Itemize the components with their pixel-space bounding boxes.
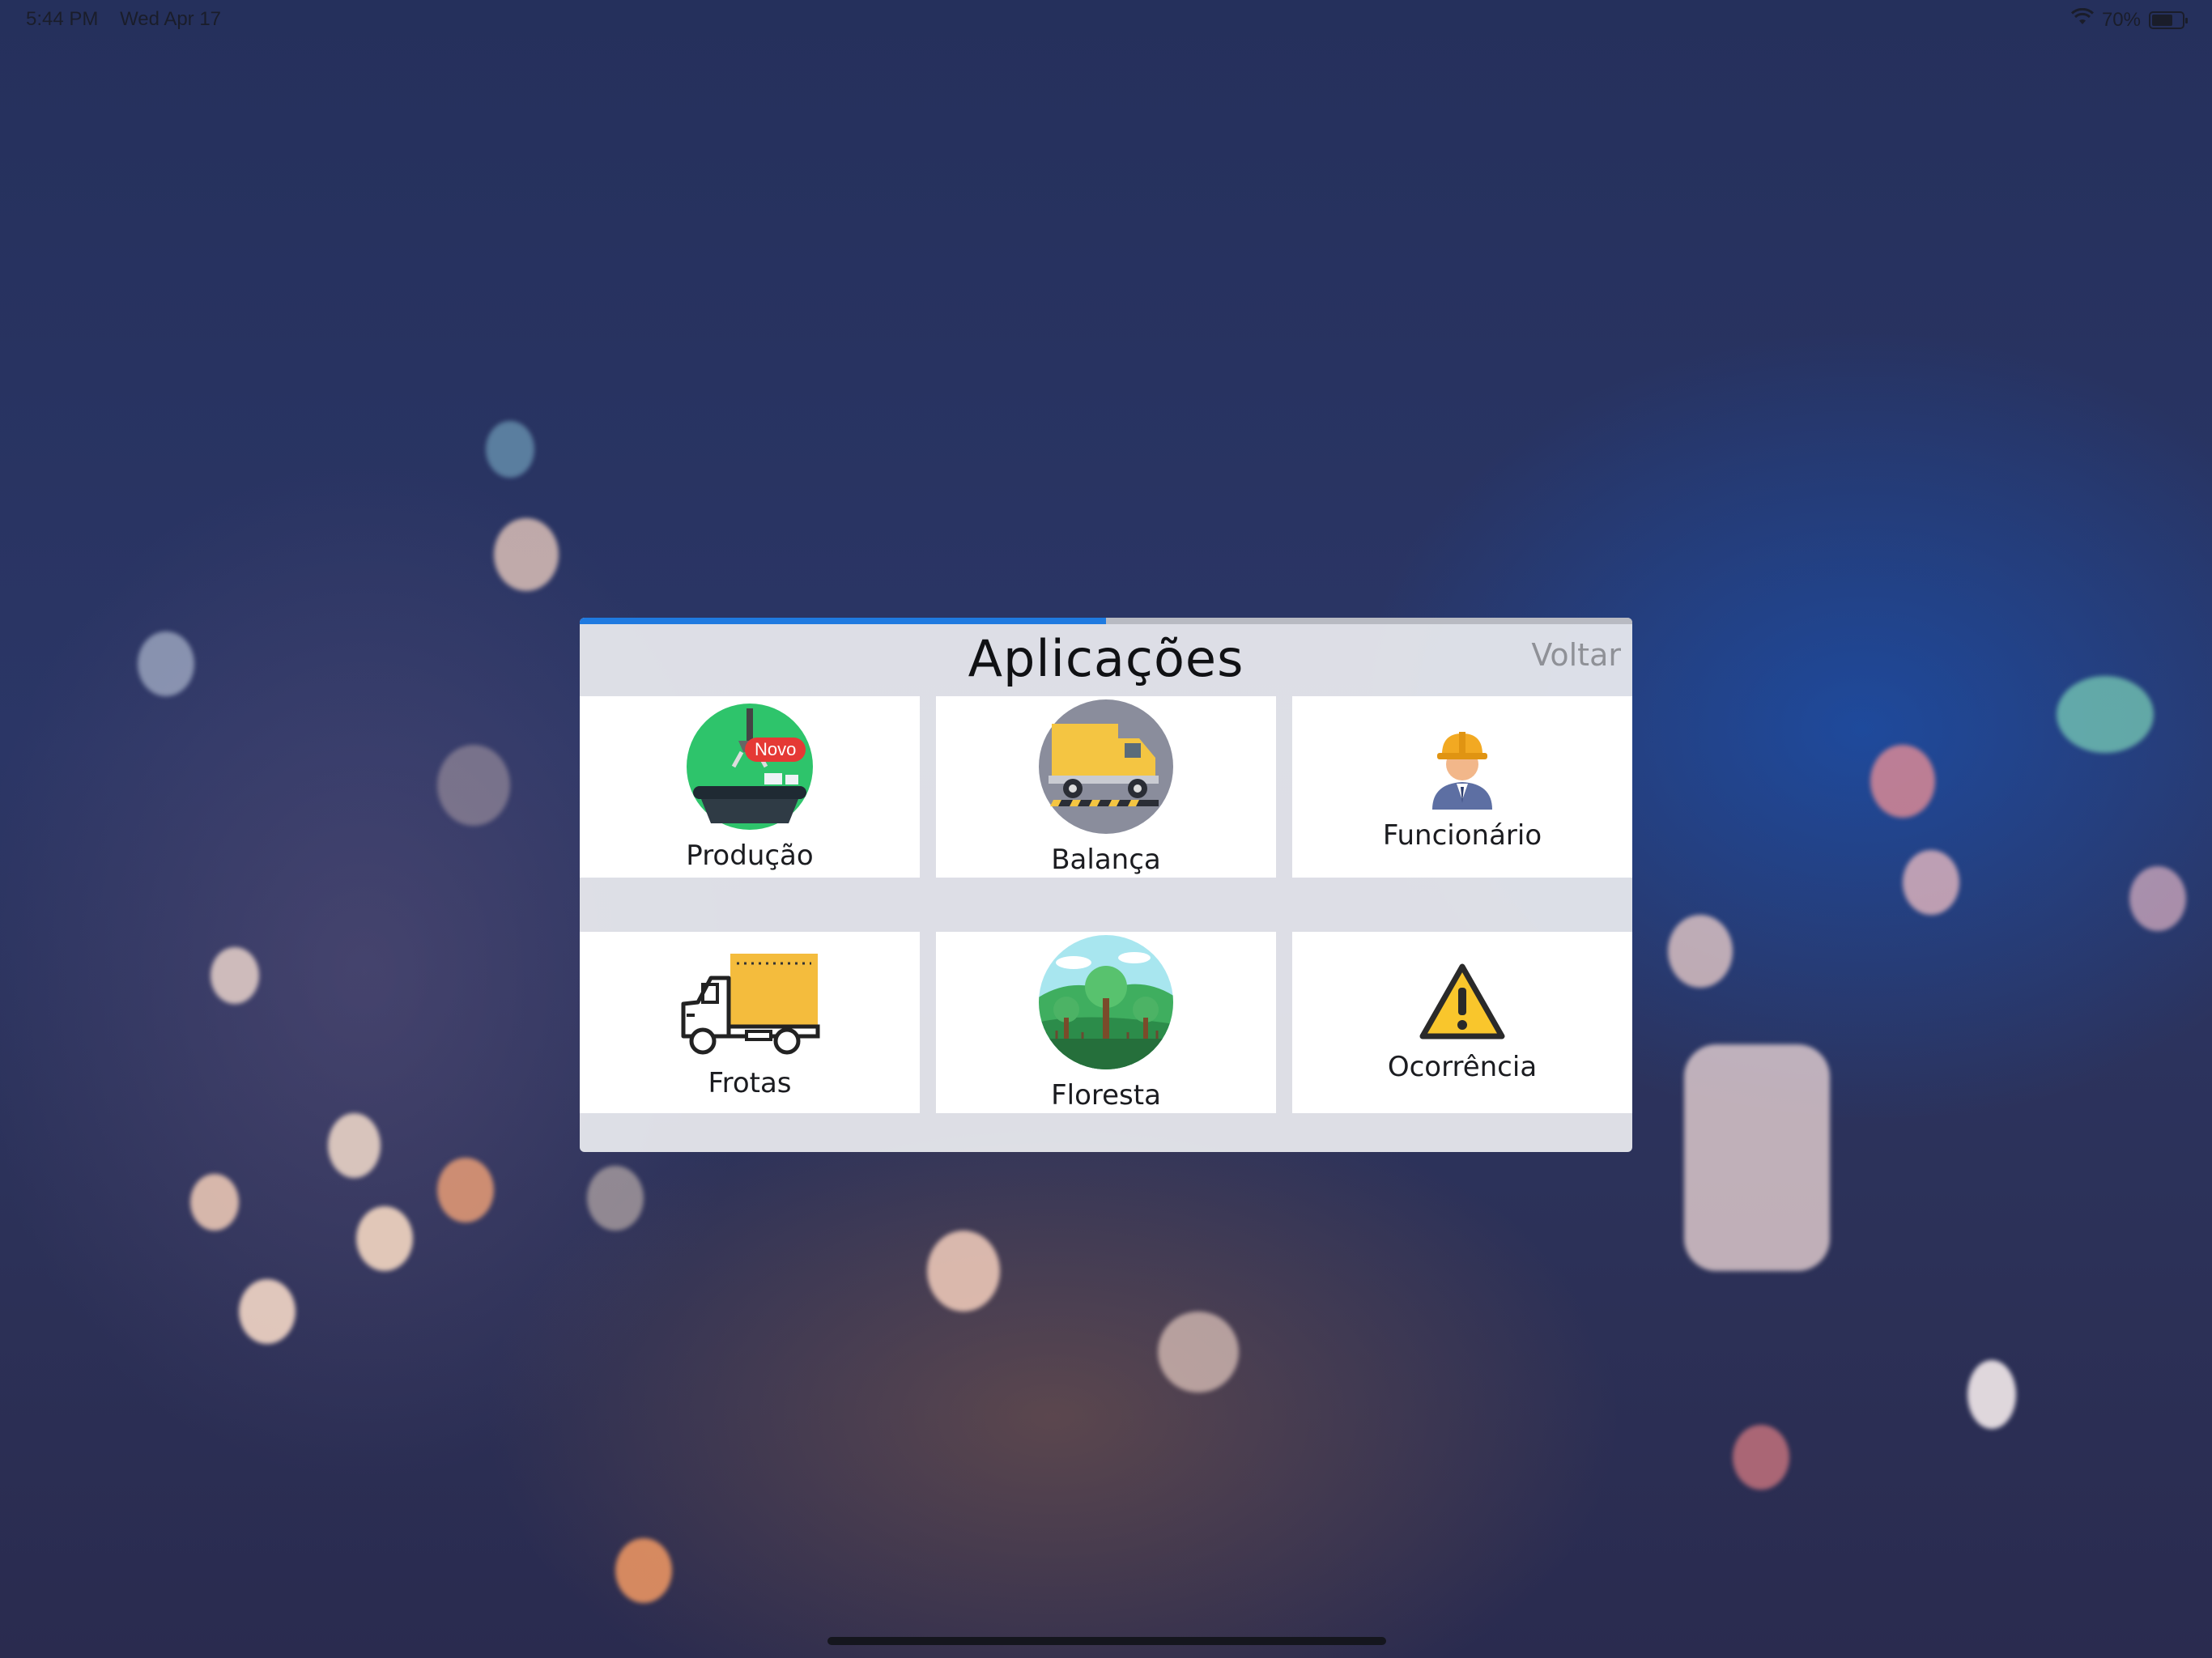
applications-panel: Aplicações Voltar Novo Produção Balança … — [580, 618, 1632, 1152]
app-label: Frotas — [708, 1067, 792, 1099]
app-tile-frotas[interactable]: Frotas — [580, 932, 920, 1113]
back-button[interactable]: Voltar — [1531, 637, 1621, 673]
fleet-truck-icon — [678, 946, 821, 1062]
battery-fill — [2152, 14, 2173, 26]
app-tile-producao[interactable]: Novo Produção — [580, 696, 920, 878]
worker-icon — [1418, 722, 1507, 814]
wifi-icon — [2070, 7, 2094, 32]
app-label: Floresta — [1051, 1079, 1161, 1112]
app-tile-funcionario[interactable]: Funcionário — [1292, 696, 1632, 878]
scale-truck-icon — [1037, 698, 1175, 839]
status-bar: 5:44 PM Wed Apr 17 70% — [0, 0, 2212, 39]
app-label: Produção — [686, 840, 814, 872]
home-indicator[interactable] — [827, 1637, 1386, 1645]
status-right: 70% — [2070, 7, 2188, 32]
status-left: 5:44 PM Wed Apr 17 — [26, 8, 237, 31]
status-time: 5:44 PM — [26, 8, 99, 30]
battery-icon — [2149, 11, 2188, 29]
warning-icon — [1418, 962, 1507, 1046]
app-label: Ocorrência — [1387, 1051, 1538, 1083]
app-tile-balanca[interactable]: Balança — [936, 696, 1276, 878]
forest-icon — [1037, 933, 1175, 1074]
new-badge: Novo — [745, 738, 806, 762]
progress-bar — [580, 618, 1632, 624]
page-title: Aplicações — [968, 629, 1244, 688]
progress-fill — [580, 618, 1106, 624]
app-tile-floresta[interactable]: Floresta — [936, 932, 1276, 1113]
app-label: Funcionário — [1382, 819, 1542, 852]
status-date: Wed Apr 17 — [120, 8, 222, 30]
app-tile-ocorrencia[interactable]: Ocorrência — [1292, 932, 1632, 1113]
battery-percent: 70% — [2101, 8, 2141, 31]
app-label: Balança — [1051, 844, 1161, 876]
production-icon: Novo — [685, 702, 815, 835]
